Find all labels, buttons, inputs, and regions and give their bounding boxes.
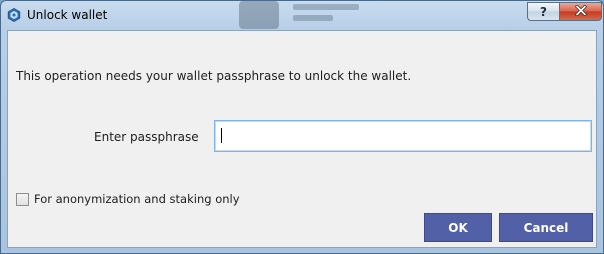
close-icon [574, 4, 587, 19]
unlock-wallet-dialog: Unlock wallet ? This operation needs you… [0, 0, 604, 254]
anonymization-checkbox-label[interactable]: For anonymization and staking only [34, 192, 240, 206]
help-label: ? [540, 4, 547, 19]
passphrase-label: Enter passphrase [94, 130, 199, 144]
anonymization-checkbox[interactable] [16, 192, 29, 206]
dialog-content: This operation needs your wallet passphr… [7, 30, 597, 248]
passphrase-input[interactable] [214, 120, 592, 152]
cancel-button-label: Cancel [523, 220, 569, 235]
window-title: Unlock wallet [27, 8, 108, 22]
text-caret [221, 128, 222, 143]
close-button[interactable] [559, 2, 602, 21]
anonymization-checkbox-row[interactable]: For anonymization and staking only [16, 192, 240, 206]
help-button[interactable]: ? [527, 2, 559, 21]
title-bar[interactable]: Unlock wallet ? [1, 1, 603, 30]
ok-button[interactable]: OK [424, 213, 492, 242]
background-window-ghost [239, 1, 359, 29]
cancel-button[interactable]: Cancel [499, 213, 593, 242]
instruction-message: This operation needs your wallet passphr… [16, 69, 412, 83]
wallet-app-icon [7, 8, 21, 22]
ok-button-label: OK [448, 220, 468, 235]
